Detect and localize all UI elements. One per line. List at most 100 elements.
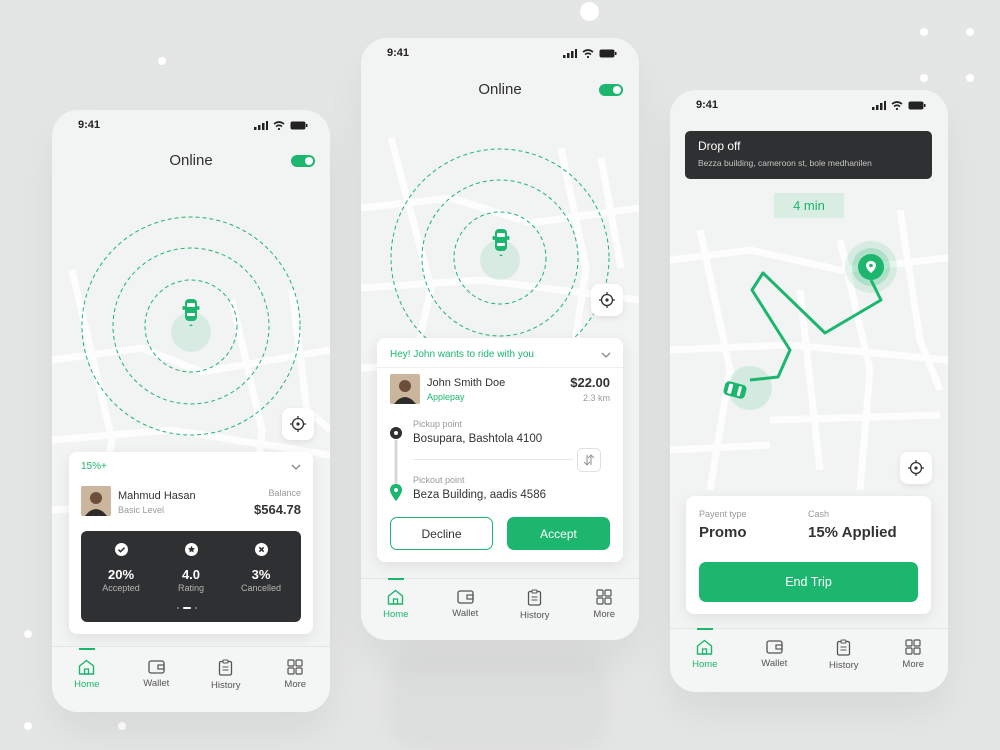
stats-panel: 20% Accepted 4.0 Rating 3% Cancelled xyxy=(81,531,301,622)
clipboard-icon xyxy=(528,589,542,606)
decline-button[interactable]: Decline xyxy=(390,517,493,550)
pagination-dots[interactable] xyxy=(177,607,197,609)
decor-dot xyxy=(24,630,32,638)
tab-label: Wallet xyxy=(452,608,479,619)
clipboard-icon xyxy=(837,639,851,656)
wallet-icon xyxy=(766,640,783,654)
payment-type-value: Promo xyxy=(699,524,747,541)
driver-level: Basic Level xyxy=(118,505,165,515)
tab-more[interactable]: More xyxy=(883,639,943,670)
phone-home-screen: 9:41 Online 15%+ Mahmud Hasan Basic Leve… xyxy=(52,110,330,712)
tab-label: History xyxy=(828,660,859,671)
page-title: Online xyxy=(169,152,213,169)
tab-home[interactable]: Home xyxy=(366,578,426,620)
online-toggle[interactable] xyxy=(599,84,623,96)
driver-summary-card: 15%+ Mahmud Hasan Basic Level Balance $5… xyxy=(69,452,313,634)
tab-home[interactable]: Home xyxy=(675,628,735,670)
wifi-icon xyxy=(891,100,903,110)
tab-label: History xyxy=(210,680,241,691)
eta-badge: 4 min xyxy=(774,193,844,218)
chevron-down-icon[interactable] xyxy=(601,352,611,358)
online-toggle[interactable] xyxy=(291,155,315,167)
tab-bar: Home Wallet History More xyxy=(361,578,639,640)
rider-name: John Smith Doe xyxy=(427,377,506,389)
tab-label: More xyxy=(593,609,616,620)
tab-history[interactable]: History xyxy=(814,639,874,671)
tab-label: Home xyxy=(692,659,718,670)
ride-request-card: Hey! John wants to ride with you John Sm… xyxy=(377,338,623,562)
stat-accepted: 20% Accepted xyxy=(93,543,149,593)
tab-more[interactable]: More xyxy=(574,589,634,620)
rider-avatar xyxy=(390,374,420,404)
route-map xyxy=(723,241,897,410)
phone-ride-request-screen: 9:41 Online Hey! John wants to ride with… xyxy=(361,38,639,640)
route-timeline xyxy=(390,427,402,501)
tab-more[interactable]: More xyxy=(265,659,325,690)
status-icons xyxy=(254,120,308,130)
stat-rating: 4.0 Rating xyxy=(163,543,219,593)
locate-button[interactable] xyxy=(591,284,623,316)
tab-history[interactable]: History xyxy=(196,659,256,691)
stat-value: 4.0 xyxy=(181,567,201,582)
dropoff-banner: Drop off Bezza building, cameroon st, bo… xyxy=(685,131,932,179)
status-time: 9:41 xyxy=(696,99,719,111)
tab-history[interactable]: History xyxy=(505,589,565,621)
person-icon xyxy=(81,486,111,516)
decor-dot xyxy=(920,28,928,36)
chevron-down-icon[interactable] xyxy=(291,464,301,470)
decor-dot xyxy=(158,57,166,65)
crosshair-icon xyxy=(908,460,924,476)
swap-button[interactable] xyxy=(577,448,601,472)
tab-label: Wallet xyxy=(761,658,788,669)
wallet-icon xyxy=(148,660,165,674)
signal-icon xyxy=(872,100,886,110)
driver-name: Mahmud Hasan xyxy=(118,490,196,502)
status-bar: 9:41 xyxy=(361,38,639,68)
stat-label: Accepted xyxy=(102,583,140,593)
home-icon xyxy=(79,659,95,675)
stat-cancelled: 3% Cancelled xyxy=(233,543,289,593)
status-time: 9:41 xyxy=(78,119,101,131)
wifi-icon xyxy=(582,48,594,58)
grid-icon xyxy=(596,589,612,605)
ride-price: $22.00 xyxy=(570,375,610,390)
status-icons xyxy=(872,100,926,110)
crosshair-icon xyxy=(599,292,615,308)
stat-value: 20% xyxy=(107,567,135,582)
dropoff-label: Pickout point xyxy=(413,475,465,485)
tab-wallet[interactable]: Wallet xyxy=(744,639,804,669)
avatar xyxy=(81,486,111,516)
stat-label: Cancelled xyxy=(240,583,282,593)
tab-wallet[interactable]: Wallet xyxy=(126,659,186,689)
home-icon xyxy=(388,589,404,605)
check-circle-icon xyxy=(114,543,128,556)
decor-dot xyxy=(580,2,599,21)
swap-icon xyxy=(583,454,595,466)
tab-label: Wallet xyxy=(143,678,170,689)
signal-icon xyxy=(563,48,577,58)
tab-label: More xyxy=(902,659,925,670)
stat-value: 3% xyxy=(251,567,271,582)
tab-label: Home xyxy=(74,679,100,690)
locate-button[interactable] xyxy=(900,452,932,484)
tab-label: More xyxy=(284,679,307,690)
accept-button[interactable]: Accept xyxy=(507,517,610,550)
divider xyxy=(377,367,623,368)
pickup-label: Pickup point xyxy=(413,419,463,429)
tab-bar: Home Wallet History More xyxy=(52,646,330,712)
backdrop-shadow xyxy=(388,650,608,750)
request-heading: Hey! John wants to ride with you xyxy=(390,349,534,360)
status-icons xyxy=(563,48,617,58)
decor-dot xyxy=(118,722,126,730)
locate-button[interactable] xyxy=(282,408,314,440)
stat-label: Rating xyxy=(177,583,204,593)
cash-value: 15% Applied xyxy=(808,524,897,541)
grid-icon xyxy=(287,659,303,675)
tab-wallet[interactable]: Wallet xyxy=(435,589,495,619)
tab-home[interactable]: Home xyxy=(57,648,117,690)
tab-label: History xyxy=(519,610,550,621)
trip-payment-card: Payent type Promo Cash 15% Applied End T… xyxy=(686,496,931,614)
wifi-icon xyxy=(273,120,285,130)
end-trip-button[interactable]: End Trip xyxy=(699,562,918,602)
page-title: Online xyxy=(478,81,522,98)
